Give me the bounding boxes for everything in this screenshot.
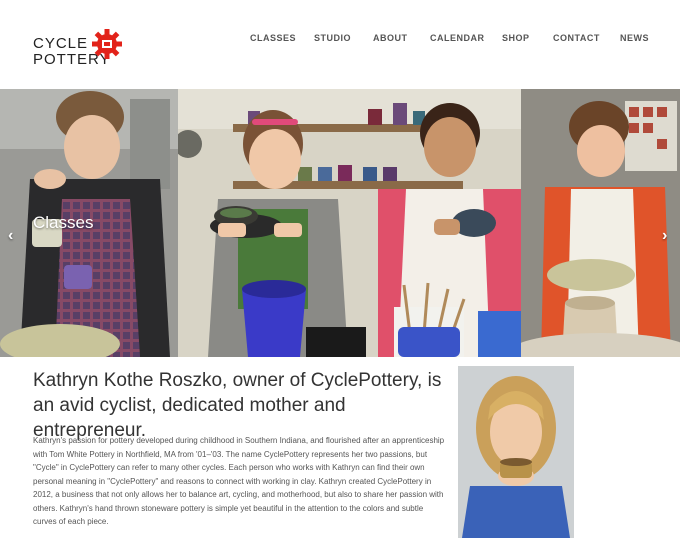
hero-slider[interactable]: Classes ‹ › bbox=[0, 89, 680, 357]
nav-item-classes[interactable]: CLASSES bbox=[250, 33, 296, 43]
hero-caption[interactable]: Classes bbox=[33, 213, 93, 233]
about-body-text: Kathryn's passion for pottery developed … bbox=[33, 436, 445, 526]
site-header: CYCLE POTTERY CLASSES STUDIO ABOUT CALEN… bbox=[0, 0, 680, 89]
nav-item-shop[interactable]: SHOP bbox=[502, 33, 530, 43]
about-headline: Kathryn Kothe Roszko, owner of CyclePott… bbox=[33, 370, 442, 441]
nav-item-calendar[interactable]: CALENDAR bbox=[430, 33, 485, 43]
nav-item-contact[interactable]: CONTACT bbox=[553, 33, 600, 43]
hero-photo-boy-at-wheel bbox=[521, 89, 680, 357]
nav-item-news[interactable]: NEWS bbox=[620, 33, 649, 43]
chevron-left-icon[interactable]: ‹ bbox=[8, 227, 13, 245]
nav-item-about[interactable]: ABOUT bbox=[373, 33, 408, 43]
hero-photo-girls-with-bowls bbox=[178, 89, 521, 357]
chevron-right-icon[interactable]: › bbox=[662, 227, 667, 245]
nav-item-studio[interactable]: STUDIO bbox=[314, 33, 351, 43]
main-nav: CLASSES STUDIO ABOUT CALENDAR SHOP CONTA… bbox=[0, 33, 680, 45]
kathryn-portrait bbox=[458, 366, 574, 538]
